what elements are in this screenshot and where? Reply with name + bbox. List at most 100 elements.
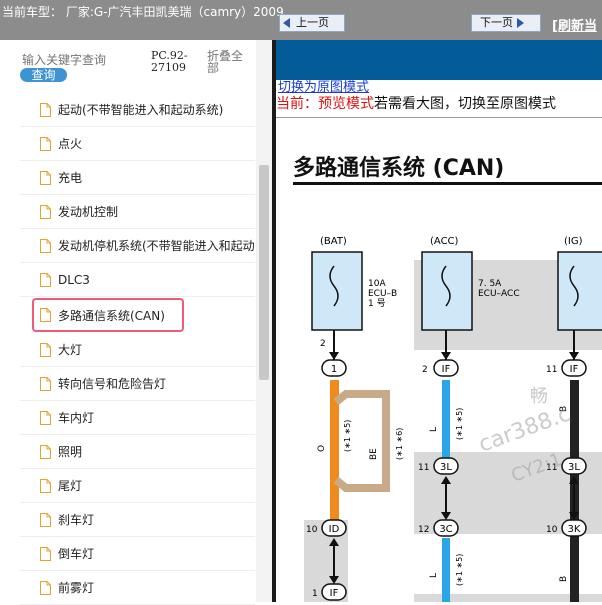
sidebar-item[interactable]: 尾灯 <box>20 469 255 503</box>
prev-page-button[interactable]: 上一页 <box>279 14 345 32</box>
svg-text:12: 12 <box>418 525 429 535</box>
wire-label-o: O <box>317 445 327 452</box>
title-underline <box>293 182 602 185</box>
watermark-2: car388.c <box>476 401 574 457</box>
current-vehicle-title: 当前车型： 厂家:G-广汽丰田凯美瑞（camry）2009 <box>2 5 284 19</box>
document-icon <box>40 376 51 391</box>
collapse-all-button[interactable]: 折叠全部 <box>207 50 249 74</box>
document-icon <box>40 478 51 493</box>
sidebar-item[interactable]: 起动(不带智能进入和起动系统) <box>20 93 255 127</box>
fuse-box-ig <box>557 251 602 331</box>
svg-text:3L: 3L <box>568 462 580 473</box>
document-icon <box>40 512 51 527</box>
prev-page-label: 上一页 <box>296 16 329 29</box>
svg-text:1: 1 <box>312 589 318 599</box>
document-icon <box>40 580 51 595</box>
diagram-title: 多路通信系统 (CAN) <box>293 156 505 181</box>
svg-text:IF: IF <box>570 364 579 375</box>
sidebar-item-label: 充电 <box>58 171 83 185</box>
sidebar-item[interactable]: 发动机停机系统(不带智能进入和起动系统) <box>20 229 255 263</box>
wiring-diagram: (BAT) (ACC) (IG) 10A ECU–B 1 号 7. 5A ECU… <box>304 236 602 602</box>
sidebar-item[interactable]: 转向信号和危险告灯 <box>20 367 255 401</box>
document-icon <box>40 342 51 357</box>
sidebar-item-label: 点火 <box>58 137 83 151</box>
connector-if-ig: IF 11 <box>546 359 587 377</box>
wire-blue-top <box>442 380 450 458</box>
viewer-toolbar <box>276 40 602 80</box>
document-icon <box>40 102 51 117</box>
sidebar-scrollbar-thumb[interactable] <box>259 165 269 380</box>
search-button[interactable]: 查询 <box>20 68 67 82</box>
svg-text:11: 11 <box>546 365 557 375</box>
fuse-box-acc <box>421 251 473 331</box>
fuse-acc-line1: 7. 5A <box>478 279 502 289</box>
mode-label: 当前：预览模式 <box>276 96 374 112</box>
sidebar-item[interactable]: 充电 <box>20 161 255 195</box>
sidebar-item[interactable]: 刹车灯 <box>20 503 255 537</box>
pc-code: PC.92-27109 <box>151 49 188 74</box>
sidebar-item-label: 前雾灯 <box>58 581 95 595</box>
sidebar-item[interactable]: 多路通信系统(CAN) <box>32 298 184 332</box>
mode-status: 当前：预览模式若需看大图，切换至原图模式 <box>276 93 556 113</box>
system-tree: 起动(不带智能进入和起动系统) 点火充电发动机控制发动机停机系统(不带智能进入和起… <box>20 93 255 605</box>
connector-if-acc: IF 2 <box>422 359 459 377</box>
sidebar-item-label: 车内灯 <box>58 411 95 425</box>
wire-note-1: (∗1 ∗5) <box>343 420 352 452</box>
source-acc: (ACC) <box>430 236 459 247</box>
refresh-link[interactable]: [刷新当 <box>552 15 597 34</box>
sidebar-item-label: 刹车灯 <box>58 513 95 527</box>
sidebar-item-label: 转向信号和危险告灯 <box>58 377 167 391</box>
sidebar-item[interactable]: 照明 <box>20 435 255 469</box>
sidebar-item[interactable]: 前雾灯 <box>20 571 255 605</box>
wire-blue-bottom <box>442 538 450 602</box>
svg-text:10: 10 <box>306 525 318 535</box>
arrow-left-icon <box>283 18 290 28</box>
search-input[interactable] <box>20 52 150 68</box>
sidebar-item[interactable]: 倒车灯 <box>20 537 255 571</box>
fuse-acc-line2: ECU–ACC <box>478 289 520 299</box>
sidebar-item-label: 发动机停机系统(不带智能进入和起动系统) <box>58 239 255 253</box>
sidebar-item[interactable]: 大灯 <box>20 333 255 367</box>
arrow-right-icon <box>517 18 524 28</box>
svg-text:3K: 3K <box>568 524 581 535</box>
sidebar-item[interactable]: 发动机控制 <box>20 195 255 229</box>
document-icon <box>40 238 51 253</box>
fuse-bat-line1: 10A <box>368 279 386 289</box>
svg-text:10: 10 <box>546 525 558 535</box>
sidebar-item[interactable]: 车内灯 <box>20 401 255 435</box>
sidebar-item-label: DLC3 <box>58 272 90 287</box>
sidebar-item-label: 起动(不带智能进入和起动系统) <box>58 103 224 117</box>
sidebar-item-label: 大灯 <box>58 343 83 357</box>
document-icon <box>40 204 51 219</box>
document-icon <box>40 136 51 151</box>
svg-text:ID: ID <box>329 524 340 535</box>
sidebar-item[interactable]: 点火 <box>20 127 255 161</box>
sidebar-item[interactable]: DLC3 <box>20 263 255 297</box>
header-separator <box>276 117 602 118</box>
svg-text:11: 11 <box>418 463 429 473</box>
fuse-bat-line2: ECU–B <box>368 289 397 299</box>
svg-text:2: 2 <box>422 365 428 375</box>
sidebar-item-label: 照明 <box>58 445 83 459</box>
document-icon <box>40 170 51 185</box>
svg-text:2: 2 <box>320 339 326 349</box>
mode-hint: 若需看大图，切换至原图模式 <box>374 96 556 112</box>
sidebar-item-label: 尾灯 <box>58 479 83 493</box>
sidebar-item-label: 倒车灯 <box>58 547 95 561</box>
sidebar-item-label: 多路通信系统(CAN) <box>58 308 165 323</box>
svg-text:1: 1 <box>331 364 337 375</box>
next-page-label: 下一页 <box>480 16 513 29</box>
source-bat: (BAT) <box>320 236 347 247</box>
wire-note-4: (∗1 ∗5) <box>455 554 464 586</box>
document-icon <box>40 546 51 561</box>
sidebar-item-label: 发动机控制 <box>58 205 119 219</box>
svg-text:IF: IF <box>330 588 339 599</box>
wire-note-2: (∗1 ∗6) <box>395 428 404 460</box>
source-ig: (IG) <box>564 236 583 247</box>
document-icon <box>40 272 51 287</box>
next-page-button[interactable]: 下一页 <box>471 14 541 32</box>
svg-text:3C: 3C <box>439 524 452 535</box>
wire-label-b2: B <box>559 576 569 582</box>
document-icon <box>40 444 51 459</box>
watermark-1: 畅 <box>530 386 548 407</box>
